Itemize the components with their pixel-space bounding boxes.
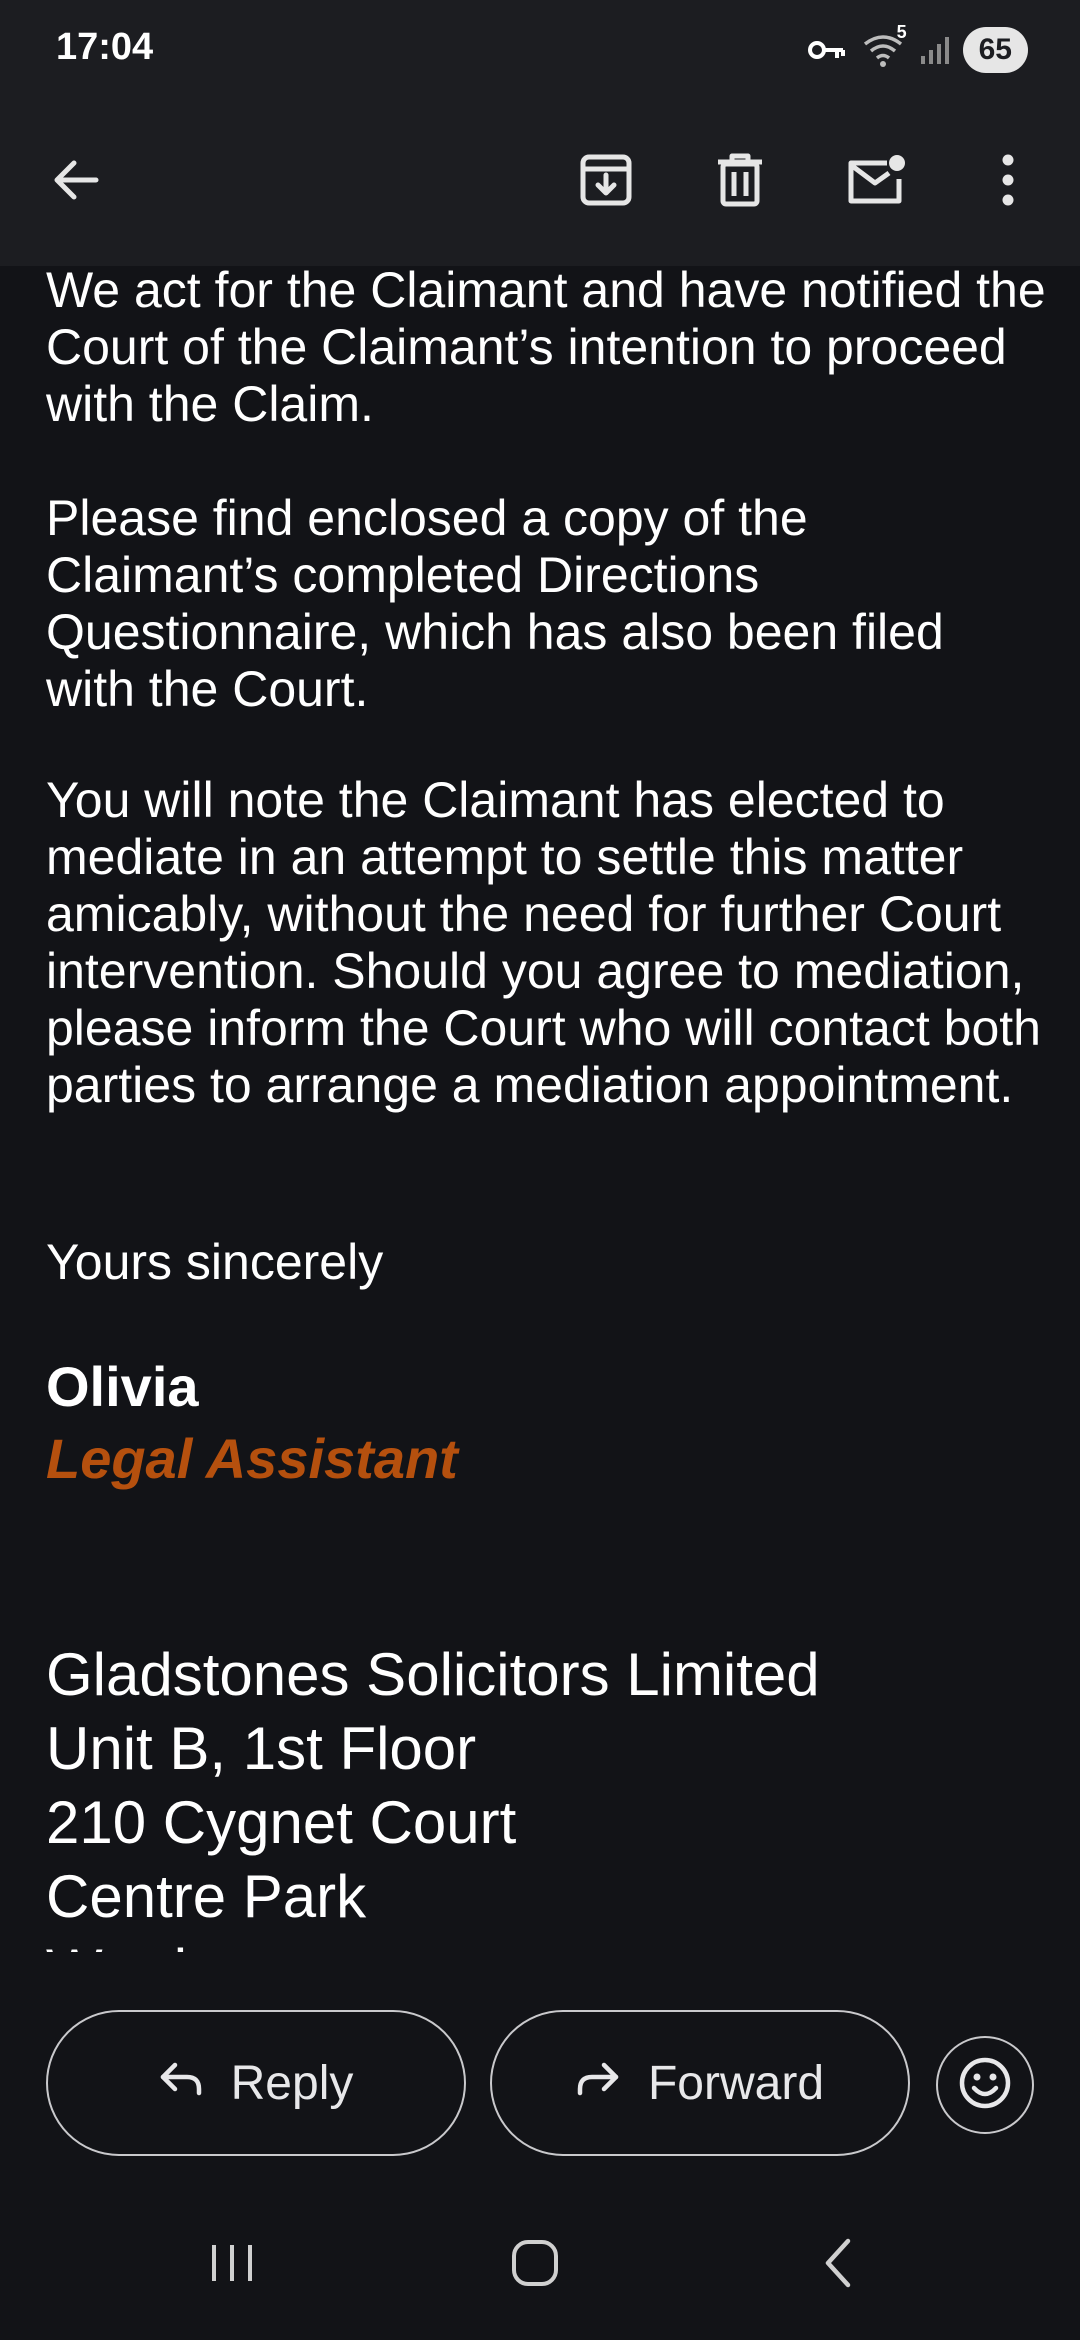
reply-button[interactable]: Reply <box>46 2010 466 2156</box>
forward-button[interactable]: Forward <box>490 2010 910 2156</box>
chevron-left-icon <box>818 2237 858 2294</box>
emoji-reaction-button[interactable] <box>936 2036 1034 2134</box>
email-toolbar <box>0 100 1080 266</box>
signal-icon <box>919 34 949 66</box>
status-bar: 17:04 5 65 <box>0 0 1080 100</box>
more-options-button[interactable] <box>968 140 1048 220</box>
signature-name: Olivia <box>46 1355 199 1418</box>
back-button[interactable] <box>36 140 116 220</box>
mark-unread-button[interactable] <box>836 140 916 220</box>
smiley-icon <box>958 2056 1012 2115</box>
email-paragraph: We act for the Claimant and have notifie… <box>46 262 1046 432</box>
address-line: Centre Park <box>46 1863 367 1930</box>
system-back-button[interactable] <box>778 2220 898 2310</box>
email-paragraph: You will note the Claimant has elected t… <box>46 772 1041 1113</box>
home-button[interactable] <box>475 2220 595 2310</box>
wifi-label: 5 <box>896 22 907 42</box>
signature-title: Legal Assistant <box>46 1427 458 1490</box>
more-vert-icon <box>998 154 1018 206</box>
reply-action-bar: Reply Forward <box>0 1958 1080 2178</box>
address-line: Unit B, 1st Floor <box>46 1715 477 1782</box>
recents-icon <box>208 2239 256 2292</box>
delete-button[interactable] <box>700 140 780 220</box>
email-body: We act for the Claimant and have notifie… <box>46 262 1046 1952</box>
wifi-icon: 5 <box>861 22 907 70</box>
battery-icon: 65 <box>962 27 1028 73</box>
address-line: Warrington <box>46 1934 820 1952</box>
address-line: 210 Cygnet Court <box>46 1789 517 1856</box>
system-nav-bar <box>0 2180 1080 2340</box>
delete-icon <box>715 152 765 208</box>
vpn-key-icon <box>807 38 847 62</box>
signature-address: Gladstones Solicitors Limited Unit B, 1s… <box>46 1638 820 1952</box>
reply-icon <box>159 2056 203 2111</box>
forward-label: Forward <box>647 2056 825 2110</box>
recents-button[interactable] <box>172 2220 292 2310</box>
status-time: 17:04 <box>56 26 154 68</box>
address-line: Gladstones Solicitors Limited <box>46 1641 820 1708</box>
archive-icon <box>579 153 633 207</box>
status-icons: 5 65 <box>807 22 1028 74</box>
forward-icon <box>576 2056 620 2111</box>
mark-unread-icon <box>845 153 907 207</box>
email-closing: Yours sincerely <box>46 1234 384 1290</box>
archive-button[interactable] <box>566 140 646 220</box>
back-arrow-icon <box>50 154 102 206</box>
reply-label: Reply <box>230 2056 354 2110</box>
home-icon <box>510 2238 560 2293</box>
email-paragraph: Please find enclosed a copy of the Claim… <box>46 490 944 717</box>
